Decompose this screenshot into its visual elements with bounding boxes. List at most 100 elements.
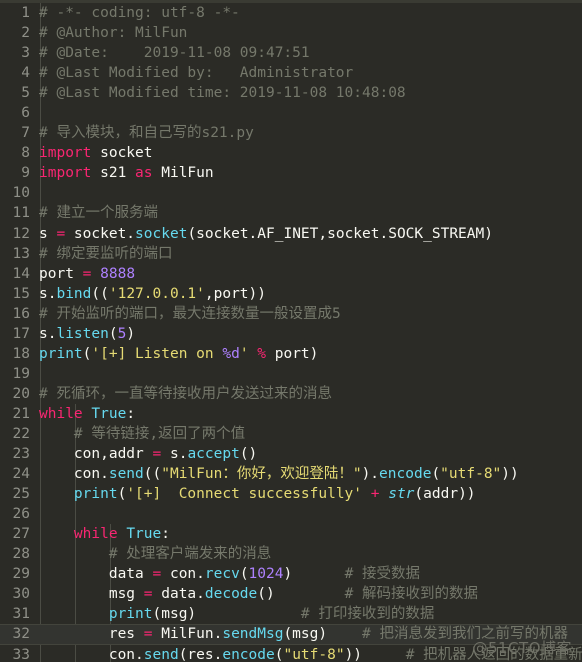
code-line[interactable]: 10 <box>0 183 582 203</box>
line-content[interactable]: # @Last Modified time: 2019-11-08 10:48:… <box>39 83 406 103</box>
code-editor-window[interactable]: 1 # -*- coding: utf-8 -*- 2 # @Author: MilF… <box>0 0 582 662</box>
line-content[interactable]: s = socket.socket(socket.AF_INET,socket.… <box>39 224 493 244</box>
line-content[interactable]: while True: <box>39 524 170 544</box>
line-number: 30 <box>12 586 30 603</box>
code-line[interactable]: 25 print('[+] Connect successfully' + st… <box>0 484 582 504</box>
code-line[interactable]: 21 while True: <box>0 404 582 424</box>
code-line[interactable]: 11 # 建立一个服务端 <box>0 203 582 223</box>
code-token: # 处理客户端发来的消息 <box>108 546 272 563</box>
code-token: res <box>108 626 144 643</box>
code-token: con. <box>108 646 144 662</box>
code-token: (res. <box>178 646 223 662</box>
line-content[interactable]: print(msg) # 打印接收到的数据 <box>39 604 435 624</box>
line-content[interactable]: print('[+] Listen on %d' % port) <box>39 344 318 364</box>
line-content[interactable]: print('[+] Connect successfully' + str(a… <box>39 484 476 504</box>
code-line[interactable]: 13 # 绑定要监听的端口 <box>0 244 582 264</box>
code-token: s21 <box>91 165 136 182</box>
line-content[interactable]: # 等待链接,返回了两个值 <box>39 424 245 444</box>
code-line[interactable]: 18 print('[+] Listen on %d' % port) <box>0 344 582 364</box>
line-content[interactable]: port = 8888 <box>39 264 135 284</box>
code-line[interactable]: 30 msg = data.decode() # 解码接收到的数据 <box>0 584 582 604</box>
line-number: 17 <box>12 325 30 342</box>
line-number: 29 <box>12 566 30 583</box>
code-token: decode <box>204 586 258 603</box>
code-token: "MilFun：你好，欢迎登陆！" <box>161 466 362 483</box>
code-line[interactable]: 16 # 开始监听的端口，最大连接数量一般设置成5 <box>0 304 582 324</box>
line-number: 7 <box>21 125 30 142</box>
code-token: () <box>239 446 258 463</box>
line-content[interactable]: import socket <box>39 143 153 163</box>
line-content[interactable]: # @Last Modified by: Administrator <box>39 63 353 83</box>
line-content[interactable]: import s21 as MilFun <box>39 163 214 183</box>
line-content[interactable]: # 导入模块，和自己写的s21.py <box>39 123 254 143</box>
line-content[interactable]: while True: <box>39 404 135 424</box>
code-token: # 接受数据 <box>292 566 421 583</box>
code-token: # 绑定要监听的端口 <box>39 245 173 262</box>
code-line[interactable]: 2 # @Author: MilFun <box>0 23 582 43</box>
line-content[interactable]: data = con.recv(1024) # 接受数据 <box>39 564 420 584</box>
code-line[interactable]: 4 # @Last Modified by: Administrator <box>0 63 582 83</box>
code-line[interactable]: 28 # 处理客户端发来的消息 <box>0 544 582 564</box>
code-token: = <box>152 566 162 583</box>
line-content[interactable]: # 死循环，一直等待接收用户发送过来的消息 <box>39 384 332 404</box>
line-content[interactable]: msg = data.decode() # 解码接收到的数据 <box>39 584 478 604</box>
code-line[interactable]: 23 con,addr = s.accept() <box>0 444 582 464</box>
code-line[interactable]: 14 port = 8888 <box>0 264 582 284</box>
line-content[interactable]: # 处理客户端发来的消息 <box>39 544 271 564</box>
code-line[interactable]: 26 <box>0 504 582 524</box>
code-token: = <box>56 225 66 242</box>
code-token: data <box>108 566 153 583</box>
code-line[interactable]: 31 print(msg) # 打印接收到的数据 <box>0 604 582 624</box>
code-content-area[interactable]: 1 # -*- coding: utf-8 -*- 2 # @Author: MilF… <box>0 3 582 662</box>
code-line[interactable]: 15 s.bind(('127.0.0.1',port)) <box>0 284 582 304</box>
line-content[interactable]: s.bind(('127.0.0.1',port)) <box>39 284 266 304</box>
editor-top-border <box>0 0 582 3</box>
code-line[interactable]: 22 # 等待链接,返回了两个值 <box>0 424 582 444</box>
code-line[interactable]: 29 data = con.recv(1024) # 接受数据 <box>0 564 582 584</box>
code-token: = <box>143 626 153 643</box>
line-number: 8 <box>21 145 30 162</box>
code-line[interactable]: 5 # @Last Modified time: 2019-11-08 10:48… <box>0 83 582 103</box>
code-lines[interactable]: 1 # -*- coding: utf-8 -*- 2 # @Author: MilF… <box>0 3 582 662</box>
line-content[interactable]: con,addr = s.accept() <box>39 444 257 464</box>
code-token: encode <box>379 466 432 483</box>
code-token: while <box>39 405 83 422</box>
code-line[interactable]: 19 <box>0 364 582 384</box>
line-content[interactable] <box>39 504 74 524</box>
code-token: (socket.AF_INET,socket.SOCK_STREAM) <box>187 225 493 242</box>
code-line[interactable]: 6 <box>0 103 582 123</box>
code-line[interactable]: 3 # @Date: 2019-11-08 09:47:51 <box>0 43 582 63</box>
line-content[interactable]: # @Date: 2019-11-08 09:47:51 <box>39 43 310 63</box>
code-line[interactable]: 24 con.send(("MilFun：你好，欢迎登陆！").encode("… <box>0 464 582 484</box>
line-number: 4 <box>21 65 30 82</box>
line-content[interactable]: # 绑定要监听的端口 <box>39 244 172 264</box>
code-token: MilFun <box>152 165 214 182</box>
line-number: 20 <box>12 385 30 402</box>
line-content[interactable]: con.send(("MilFun：你好，欢迎登陆！").encode("utf… <box>39 464 519 484</box>
code-line[interactable]: 17 s.listen(5) <box>0 324 582 344</box>
line-number: 25 <box>12 486 30 503</box>
line-content[interactable]: # 建立一个服务端 <box>39 203 158 223</box>
line-content[interactable]: # -*- coding: utf-8 -*- <box>39 3 240 23</box>
code-line[interactable]: 20 # 死循环，一直等待接收用户发送过来的消息 <box>0 384 582 404</box>
line-content[interactable]: # 开始监听的端口，最大连接数量一般设置成5 <box>39 304 341 324</box>
code-line[interactable]: 8 import socket <box>0 143 582 163</box>
line-content[interactable]: # @Author: MilFun <box>39 23 187 43</box>
code-token: s. <box>39 325 57 342</box>
code-token: send <box>108 466 144 483</box>
code-line[interactable]: 7 # 导入模块，和自己写的s21.py <box>0 123 582 143</box>
code-token: 8888 <box>100 265 136 282</box>
line-content[interactable]: s.listen(5) <box>39 324 135 344</box>
code-line[interactable]: 1 # -*- coding: utf-8 -*- <box>0 3 582 23</box>
code-token: )) <box>501 466 519 483</box>
code-line[interactable]: 27 while True: <box>0 524 582 544</box>
code-line[interactable]: 9 import s21 as MilFun <box>0 163 582 183</box>
code-token: ( <box>431 466 441 483</box>
code-line[interactable]: 12 s = socket.socket(socket.AF_INET,socke… <box>0 224 582 244</box>
